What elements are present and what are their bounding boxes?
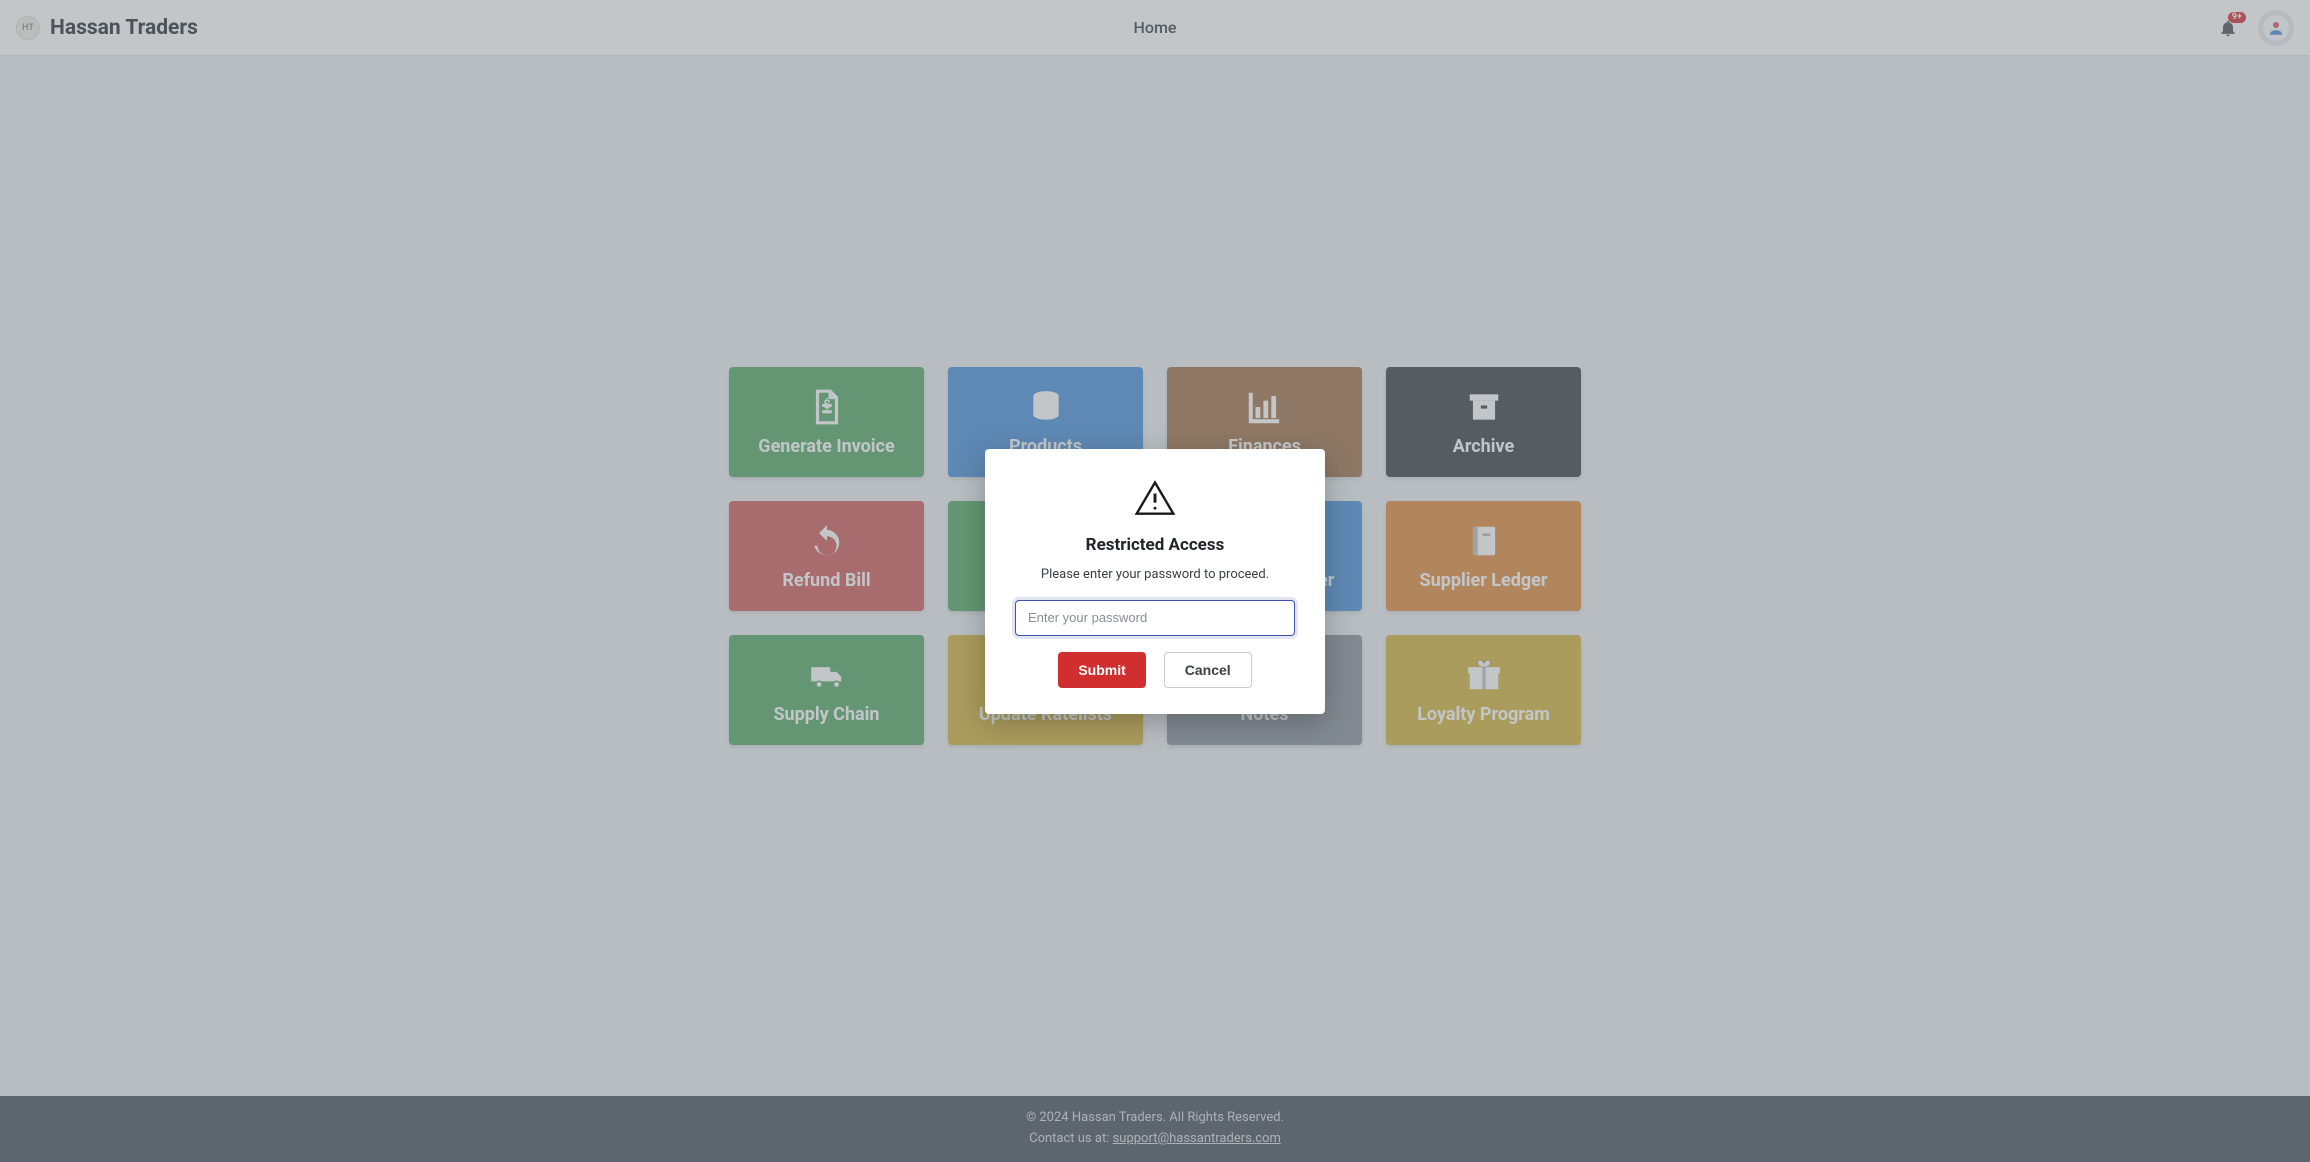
- password-input[interactable]: [1015, 600, 1295, 636]
- modal-message: Please enter your password to proceed.: [1041, 567, 1269, 582]
- modal-overlay: Restricted Access Please enter your pass…: [0, 0, 2310, 1162]
- modal-title: Restricted Access: [1086, 535, 1225, 555]
- cancel-button[interactable]: Cancel: [1164, 652, 1252, 688]
- submit-button[interactable]: Submit: [1058, 652, 1145, 688]
- restricted-access-modal: Restricted Access Please enter your pass…: [985, 449, 1325, 714]
- warning-icon: [1133, 477, 1177, 521]
